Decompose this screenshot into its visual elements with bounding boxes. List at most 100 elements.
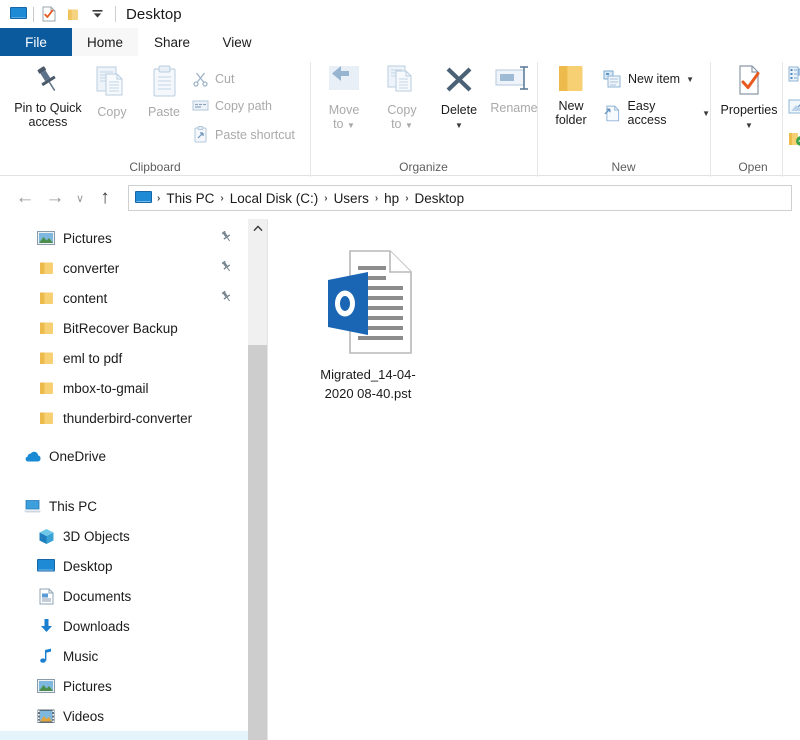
sidebar-item-pictures-quick[interactable]: Pictures (0, 223, 248, 253)
copy-path-button[interactable]: Copy path (192, 98, 272, 113)
desktop-icon[interactable] (6, 3, 30, 25)
breadcrumb-item-this-pc[interactable]: This PC (161, 191, 219, 206)
scrollbar-thumb[interactable] (248, 345, 267, 740)
move-to-icon (329, 66, 359, 90)
breadcrumb-root-icon[interactable] (133, 191, 156, 205)
back-button[interactable]: ← (10, 183, 40, 213)
pin-to-quick-access-label-line2: access (28, 115, 68, 129)
easy-access-chevron-icon[interactable]: ▼ (702, 109, 710, 118)
move-to-chevron-icon[interactable]: ▼ (347, 121, 355, 130)
pictures-icon (36, 676, 56, 696)
sidebar-item-label: BitRecover Backup (63, 320, 178, 336)
breadcrumb[interactable]: › This PC › Local Disk (C:) › Users › hp… (128, 185, 792, 211)
delete-button[interactable]: Delete ▼ (432, 62, 486, 133)
sidebar-item-label: Pictures (63, 678, 112, 694)
new-item-chevron-icon[interactable]: ▼ (686, 75, 694, 84)
sidebar-item-content[interactable]: content (0, 283, 248, 313)
copy-to-label-line1: Copy (387, 103, 417, 117)
sidebar-item-downloads[interactable]: Downloads (0, 611, 248, 641)
paste-shortcut-button[interactable]: Paste shortcut (192, 126, 295, 144)
downloads-icon (36, 616, 56, 636)
sidebar-item-converter[interactable]: converter (0, 253, 248, 283)
copy-to-chevron-icon[interactable]: ▼ (405, 121, 413, 130)
sidebar-item-label: content (63, 290, 108, 306)
recent-locations-button[interactable]: ∨ (70, 183, 90, 213)
rename-button[interactable]: Rename (486, 62, 542, 115)
sidebar-item-videos[interactable]: Videos (0, 701, 248, 731)
tab-file[interactable]: File (0, 28, 72, 56)
navigation-pane[interactable]: Pictures converter content BitRecover Ba… (0, 219, 248, 740)
tab-home[interactable]: Home (72, 28, 138, 56)
forward-button[interactable]: → (40, 183, 70, 213)
sidebar-item-music[interactable]: Music (0, 641, 248, 671)
ribbon-tabs: File Home Share View (0, 28, 800, 56)
easy-access-button[interactable]: Easy access ▼ (603, 99, 710, 127)
sidebar-item-3d-objects[interactable]: 3D Objects (0, 521, 248, 551)
sidebar-item-eml-to-pdf[interactable]: eml to pdf (0, 343, 248, 373)
properties-button[interactable]: Properties ▼ (718, 62, 780, 133)
new-item-button[interactable]: New item ▼ (603, 70, 694, 88)
sidebar-item-desktop[interactable]: Desktop (0, 551, 248, 581)
pin-to-quick-access-button[interactable]: Pin to Quick access (12, 62, 84, 129)
folder-icon (36, 348, 56, 368)
move-to-label-line1: Move (328, 103, 360, 117)
sidebar-item-label: Desktop (63, 558, 113, 574)
paste-button[interactable]: Paste (140, 62, 188, 119)
sidebar-item-pictures[interactable]: Pictures (0, 671, 248, 701)
rename-label: Rename (490, 101, 538, 115)
sidebar-item-onedrive[interactable]: OneDrive (0, 441, 248, 471)
new-folder-label-line2: folder (555, 113, 587, 127)
window-title: Desktop (126, 5, 182, 23)
tab-view[interactable]: View (206, 28, 268, 56)
breadcrumb-item-desktop[interactable]: Desktop (410, 191, 470, 206)
breadcrumb-item-hp[interactable]: hp (379, 191, 404, 206)
customize-chevron-icon[interactable] (85, 3, 109, 25)
up-button[interactable]: ↑ (90, 183, 120, 213)
open-small-icon-2[interactable] (788, 98, 800, 116)
cut-button[interactable]: Cut (192, 70, 234, 87)
sidebar-item-label: Videos (63, 708, 105, 724)
new-folder-label-line1: New (558, 99, 584, 113)
videos-icon (36, 706, 56, 726)
clipboard-group-label: Clipboard (129, 160, 181, 174)
paste-shortcut-icon (194, 126, 207, 143)
folder-icon (36, 378, 56, 398)
sidebar-item-local-disk-c[interactable]: Local Disk (C:) (0, 731, 248, 740)
sidebar-item-label: mbox-to-gmail (63, 380, 149, 396)
move-to-button[interactable]: Move to ▼ (316, 62, 372, 133)
file-list-view[interactable]: Migrated_14-04-2020 08-40.pst (268, 219, 800, 740)
properties-chevron-icon[interactable]: ▼ (745, 121, 753, 130)
pin-icon[interactable] (220, 290, 234, 304)
navigation-pane-scrollbar[interactable] (248, 219, 267, 740)
new-folder-button[interactable]: New folder (545, 62, 597, 127)
documents-icon (36, 586, 56, 606)
scissors-icon (193, 72, 208, 87)
file-item-migrated-pst[interactable]: Migrated_14-04-2020 08-40.pst (302, 247, 434, 403)
open-small-icon-1[interactable] (788, 66, 800, 84)
title-divider (115, 6, 116, 22)
open-small-icon-3[interactable] (788, 130, 800, 148)
copy-to-button[interactable]: Copy to ▼ (374, 62, 430, 133)
sidebar-item-mbox-to-gmail[interactable]: mbox-to-gmail (0, 373, 248, 403)
sidebar-item-documents[interactable]: Documents (0, 581, 248, 611)
title-bar: Desktop (0, 0, 800, 28)
delete-chevron-icon[interactable]: ▼ (455, 121, 463, 130)
sidebar-item-this-pc[interactable]: This PC (0, 491, 248, 521)
breadcrumb-item-users[interactable]: Users (329, 191, 374, 206)
organize-group-label: Organize (399, 160, 448, 174)
properties-icon[interactable] (37, 3, 61, 25)
sidebar-item-bitrecover-backup[interactable]: BitRecover Backup (0, 313, 248, 343)
paste-shortcut-label: Paste shortcut (215, 128, 295, 142)
copy-button[interactable]: Copy (88, 62, 136, 119)
breadcrumb-item-local-disk-c[interactable]: Local Disk (C:) (225, 191, 324, 206)
copy-to-label-line2: to (391, 117, 402, 131)
pin-icon[interactable] (220, 260, 234, 274)
quick-access-toolbar[interactable] (0, 3, 109, 25)
ribbon-group-new: New folder New item ▼ Easy access ▼ New (537, 56, 710, 176)
sidebar-item-thunderbird-converter[interactable]: thunderbird-converter (0, 403, 248, 433)
new-folder-icon[interactable] (61, 3, 85, 25)
outlook-pst-file-icon (320, 247, 416, 357)
scrollbar-up-arrow[interactable] (248, 219, 267, 238)
pin-icon[interactable] (220, 230, 234, 244)
tab-share[interactable]: Share (138, 28, 206, 56)
